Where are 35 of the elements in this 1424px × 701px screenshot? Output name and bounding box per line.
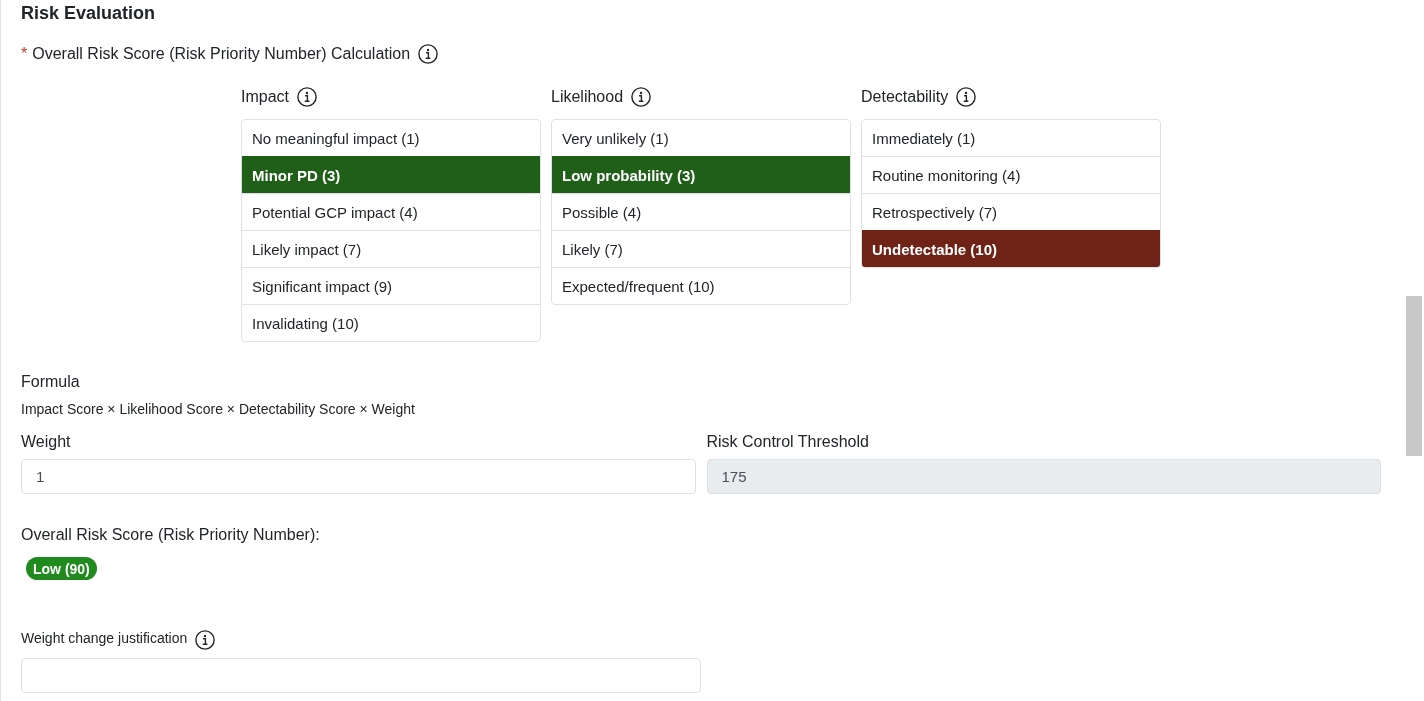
- list-option[interactable]: Possible (4): [552, 193, 850, 230]
- list-option[interactable]: Significant impact (9): [242, 267, 540, 304]
- list-option[interactable]: Minor PD (3): [242, 156, 540, 193]
- field-label: Weight: [21, 432, 71, 452]
- scrollbar-thumb[interactable]: [1406, 296, 1422, 456]
- column-heading: Likelihood: [551, 87, 624, 107]
- info-icon[interactable]: [418, 44, 439, 64]
- list-option[interactable]: Routine monitoring (4): [862, 156, 1160, 193]
- list-option[interactable]: Likely (7): [552, 230, 850, 267]
- info-icon[interactable]: [297, 87, 317, 107]
- required-asterisk: *: [21, 45, 28, 63]
- list-option[interactable]: Likely impact (7): [242, 230, 540, 267]
- field-label: Risk Control Threshold: [706, 432, 869, 452]
- info-icon[interactable]: [956, 87, 977, 107]
- section-title: Risk Evaluation: [21, 2, 157, 24]
- list-option[interactable]: Invalidating (10): [242, 304, 540, 341]
- score-label: Overall Risk Score (Risk Priority Number):: [21, 525, 321, 545]
- list-option[interactable]: Immediately (1): [862, 120, 1160, 156]
- list-option[interactable]: Expected/frequent (10): [552, 267, 850, 304]
- info-icon[interactable]: [631, 87, 652, 107]
- list-option[interactable]: Very unlikely (1): [552, 120, 850, 156]
- list-option[interactable]: Low probability (3): [552, 156, 850, 193]
- list-option[interactable]: Potential GCP impact (4): [242, 193, 540, 230]
- input-field[interactable]: [21, 658, 701, 693]
- risk-score-badge: Low (90): [26, 557, 97, 580]
- list-option[interactable]: No meaningful impact (1): [242, 120, 540, 156]
- field-label: Overall Risk Score (Risk Priority Number) Calculation: [32, 44, 411, 64]
- input-field[interactable]: 1: [21, 459, 696, 494]
- column-heading: Impact: [241, 87, 289, 107]
- field-label: Weight change justification: [21, 629, 188, 648]
- column-heading: Detectability: [861, 87, 949, 107]
- info-icon[interactable]: [195, 630, 216, 650]
- list-option[interactable]: Undetectable (10): [862, 230, 1160, 267]
- formula-text: Impact Score × Likelihood Score × Detectability Score × Weight: [21, 400, 416, 419]
- formula-label: Formula: [21, 372, 81, 392]
